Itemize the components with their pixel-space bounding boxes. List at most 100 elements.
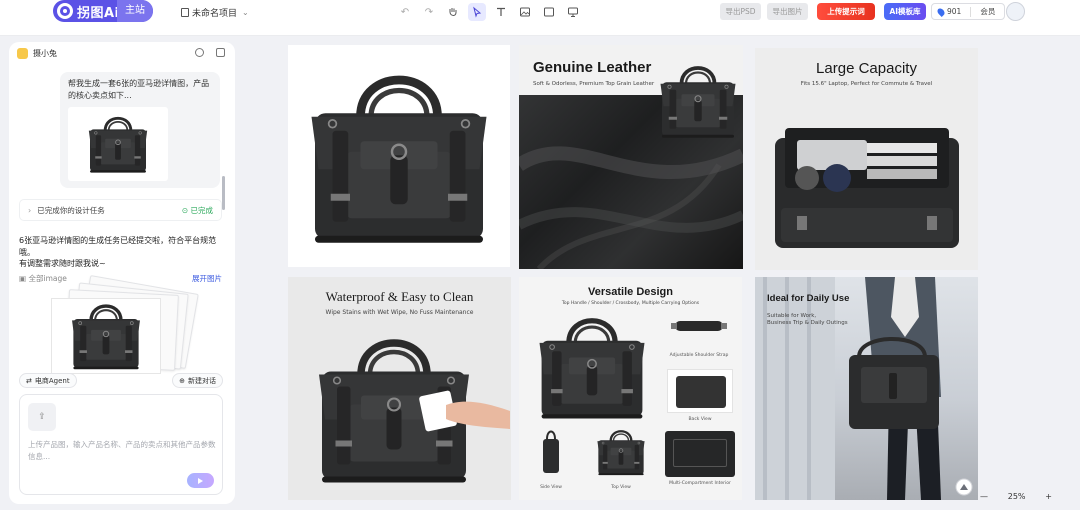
minimap-icon[interactable]	[955, 478, 973, 496]
points-badge[interactable]: 901 会员	[931, 3, 1005, 20]
select-cursor-icon[interactable]	[468, 3, 486, 21]
interior-compartment	[673, 439, 727, 467]
logo[interactable]: 拐图Ai 主站	[53, 0, 153, 22]
chat-input-placeholder[interactable]: 上传产品图，输入产品名称、产品的卖点和其他产品参数信息...	[28, 439, 218, 463]
daily-subtitle-1: Suitable for Work,	[767, 313, 817, 319]
logo-icon	[57, 3, 73, 19]
image-card-waterproof[interactable]: Waterproof & Easy to Clean Wipe Stains w…	[288, 277, 511, 500]
send-button[interactable]	[187, 473, 214, 488]
expand-images-link[interactable]: 展开图片	[192, 273, 222, 284]
strap-image	[671, 321, 727, 331]
task-done-status: ⊙ 已完成	[181, 205, 214, 215]
user-message: 帮我生成一套6张的亚马逊详情图，产品的核心卖点如下...	[60, 72, 220, 188]
panel-header-actions	[195, 48, 225, 57]
daily-scene-image	[755, 277, 941, 500]
task-status-text: 已完成	[190, 205, 214, 215]
versatile-subtitle: Top Handle / Shoulder / Crossbody, Multi…	[561, 301, 700, 306]
back-view-label: Back View	[688, 417, 712, 422]
frame-tool-icon[interactable]	[540, 3, 558, 21]
history-icon[interactable]	[195, 48, 204, 57]
zoom-out-button[interactable]: —	[980, 492, 988, 501]
bag-thumbnail	[87, 116, 149, 175]
project-name: 未命名项目	[192, 9, 238, 19]
chat-panel: 摄小兔 帮我生成一套6张的亚马逊详情图，产品的核心卖点如下... › 已完成你的…	[9, 42, 235, 504]
image-tool-icon[interactable]	[516, 3, 534, 21]
image-label: ▣ 全部image	[19, 274, 67, 283]
logo-text: 拐图Ai	[77, 5, 120, 21]
waterproof-title: Waterproof & Easy to Clean	[325, 289, 474, 304]
user-message-text: 帮我生成一套6张的亚马逊详情图，产品的核心卖点如下...	[68, 79, 210, 100]
chevron-down-icon: ⌄	[242, 8, 249, 17]
panel-scrollbar[interactable]	[222, 176, 225, 210]
waterproof-subtitle: Wipe Stains with Wet Wipe, No Fuss Maint…	[325, 309, 474, 316]
image-card-main[interactable]	[288, 45, 510, 267]
image-card-daily[interactable]: Ideal for Daily Use Suitable for Work, B…	[755, 277, 978, 500]
redo-icon[interactable]: ↷	[420, 3, 438, 21]
assistant-avatar-icon	[17, 48, 28, 59]
interior-image	[665, 431, 735, 477]
avatar[interactable]	[1006, 2, 1025, 21]
image-label-text: 全部image	[28, 274, 67, 283]
export-image-button[interactable]: 导出图片	[767, 3, 808, 20]
capacity-title: Large Capacity	[816, 60, 917, 77]
ecommerce-agent-button[interactable]: ⇄ 电商Agent	[19, 373, 77, 388]
text-tool-icon[interactable]	[492, 3, 510, 21]
strap-label: Adjustable Shoulder Strap	[669, 353, 729, 358]
new-chat-button[interactable]: ⊕ 新建对话	[172, 373, 223, 388]
agent-label: 电商Agent	[34, 376, 70, 385]
points-value: 901	[947, 7, 962, 16]
toolbar: ↶ ↷	[396, 3, 582, 21]
bag-versatile-main	[529, 311, 655, 423]
collapse-panel-icon[interactable]	[216, 48, 225, 57]
main-site-link[interactable]: 主站	[117, 0, 153, 22]
bag-open-image	[775, 128, 959, 248]
versatile-title: Versatile Design	[588, 286, 673, 298]
back-view-frame	[667, 369, 733, 413]
project-selector[interactable]: 未命名项目 ⌄	[181, 6, 249, 19]
bag-front-image	[294, 57, 504, 257]
image-card-capacity[interactable]: Large Capacity Fits 15.6" Laptop, Perfec…	[755, 48, 978, 270]
chat-input-box[interactable]: ⇪ 上传产品图，输入产品名称、产品的卖点和其他产品参数信息...	[19, 394, 223, 495]
hand-wipe-image	[419, 390, 510, 432]
location-icon	[936, 6, 946, 17]
screen-tool-icon[interactable]	[564, 3, 582, 21]
bag-image	[70, 304, 142, 371]
document-icon	[181, 8, 189, 17]
side-view-label: Side View	[540, 485, 562, 490]
top-view-label: Top View	[611, 485, 631, 490]
leather-subtitle: Soft & Odorless, Premium Top Grain Leath…	[533, 81, 655, 87]
ai-template-button[interactable]: AI模板库	[884, 3, 926, 20]
assistant-name: 摄小兔	[33, 49, 57, 58]
bag-side-image	[543, 430, 559, 473]
reply-line-1: 6张亚马逊详情图的生成任务已经提交啦，符合平台规范哦。	[19, 236, 217, 257]
task-label: 已完成你的设计任务	[37, 205, 105, 215]
zoom-level[interactable]: 25%	[1008, 492, 1026, 501]
panel-actions: ⇄ 电商Agent ⊕ 新建对话	[19, 373, 223, 388]
new-chat-label: 新建对话	[188, 376, 216, 385]
member-label: 会员	[980, 7, 996, 16]
export-psd-button[interactable]: 导出PSD	[720, 3, 761, 20]
image-card-leather[interactable]: Genuine Leather Soft & Odorless, Premium…	[519, 45, 743, 269]
send-icon	[198, 477, 203, 484]
bag-top-image	[596, 430, 646, 477]
image-card-versatile[interactable]: Versatile Design Top Handle / Shoulder /…	[519, 277, 742, 500]
zoom-controls: — 25% +	[980, 488, 1052, 504]
stack-top-image	[51, 298, 161, 374]
divider	[970, 6, 972, 17]
leather-title: Genuine Leather	[533, 59, 652, 76]
capacity-subtitle: Fits 15.6" Laptop, Perfect for Commute &…	[800, 81, 933, 87]
interior-label: Multi-Compartment Interior	[669, 481, 731, 486]
zoom-in-button[interactable]: +	[1045, 492, 1052, 501]
upload-prompt-button[interactable]: 上传提示词	[817, 3, 875, 20]
hand-tool-icon[interactable]	[444, 3, 462, 21]
panel-header: 摄小兔	[17, 48, 57, 59]
top-bar: 拐图Ai 主站 未命名项目 ⌄ ↶ ↷ 导出PSD 导出图片 上传提示词 AI模…	[0, 0, 1080, 36]
back-view-image	[676, 376, 726, 408]
undo-icon[interactable]: ↶	[396, 3, 414, 21]
image-stack[interactable]	[51, 275, 201, 374]
task-status-row[interactable]: › 已完成你的设计任务 ⊙ 已完成	[19, 199, 222, 221]
upload-icon[interactable]: ⇪	[28, 403, 56, 431]
chevron-right-icon: ›	[28, 205, 32, 215]
user-message-image[interactable]	[68, 107, 168, 181]
daily-subtitle-2: Business Trip & Daily Outings	[767, 320, 848, 326]
